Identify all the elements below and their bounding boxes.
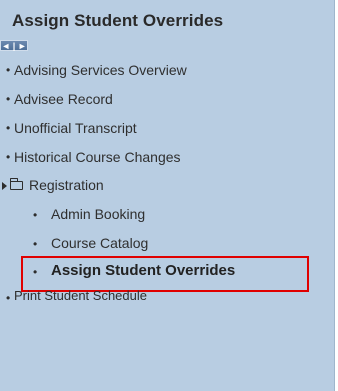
nav-item-unofficial-transcript[interactable]: Unofficial Transcript (14, 120, 137, 136)
expand-caret-icon[interactable] (2, 182, 7, 190)
nav-item-advisee-record[interactable]: Advisee Record (14, 91, 113, 107)
nav-folder-registration[interactable]: Registration (29, 177, 104, 193)
nav-item-admin-booking[interactable]: Admin Booking (51, 206, 145, 222)
nav-item-advising-services-overview[interactable]: Advising Services Overview (14, 62, 187, 78)
nav-item-course-catalog[interactable]: Course Catalog (51, 235, 148, 251)
bullet-icon: • (6, 291, 11, 305)
navigation-panel: Assign Student Overrides ◄ | ► • Advisin… (0, 0, 335, 391)
bullet-icon: • (33, 208, 38, 222)
nav-item-print-student-schedule[interactable]: Print Student Schedule (14, 288, 147, 303)
bullet-icon: • (6, 92, 11, 106)
bullet-icon: • (6, 121, 11, 135)
folder-icon (10, 178, 23, 190)
bullet-icon: • (6, 63, 11, 77)
selection-highlight-box (21, 256, 309, 292)
collapse-toggle-button[interactable]: ◄ | ► (0, 40, 28, 51)
nav-item-historical-course-changes[interactable]: Historical Course Changes (14, 149, 181, 165)
bullet-icon: • (6, 150, 11, 164)
bullet-icon: • (33, 237, 38, 251)
page-title: Assign Student Overrides (12, 11, 224, 30)
